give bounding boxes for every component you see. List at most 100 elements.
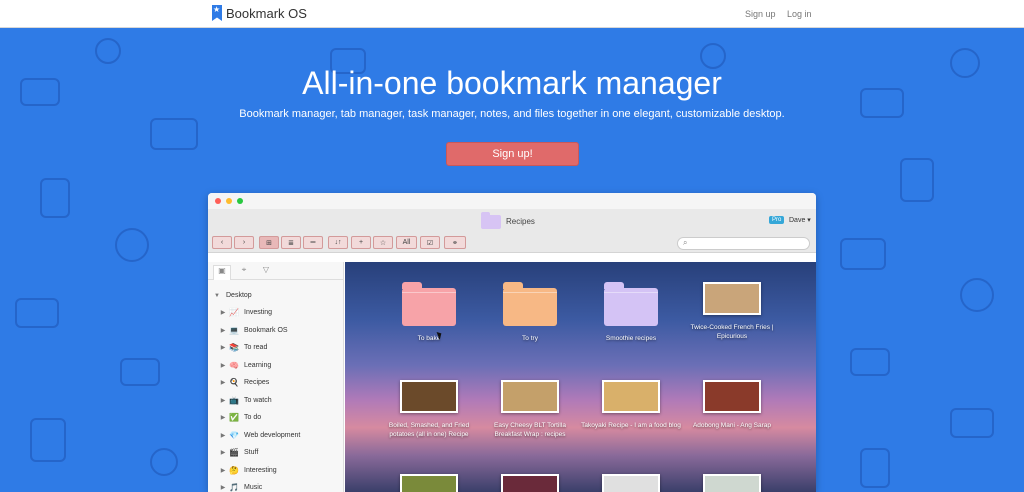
tree-item-investing[interactable]: ▶ 📈 Investing bbox=[208, 304, 344, 321]
bookmark-tile[interactable] bbox=[379, 474, 479, 492]
tree-item-stuff[interactable]: ▶ 🎬 Stuff bbox=[208, 444, 344, 461]
sort-button[interactable]: ↓↑ bbox=[328, 236, 348, 249]
search-icon: ⌕ bbox=[683, 238, 688, 247]
folder-emoji-icon: 🤔 bbox=[229, 465, 239, 475]
bookmark-tile[interactable]: Twice-Cooked French Fries | Epicurious bbox=[682, 282, 782, 341]
grid-view-button[interactable]: ⊞ bbox=[259, 236, 279, 249]
back-button[interactable]: ‹ bbox=[212, 236, 232, 249]
app-body: ▣ ⌖ ▽ ▼ Desktop ▶ 📈 Investing ▶ 💻 Bookmark OS… bbox=[208, 262, 816, 492]
brand-name: Bookmark OS bbox=[226, 5, 307, 21]
tasks-button[interactable]: ☑ bbox=[420, 236, 440, 249]
folder-tile[interactable]: Smoothie recipes bbox=[581, 282, 681, 343]
compact-view-button[interactable]: ═ bbox=[303, 236, 323, 249]
caret-right-icon[interactable]: ▶ bbox=[218, 397, 228, 404]
tree-item-learning[interactable]: ▶ 🧠 Learning bbox=[208, 357, 344, 374]
top-navbar: ★ Bookmark OS Sign up Log in bbox=[0, 0, 1024, 28]
tree-item-recipes[interactable]: ▶ 🍳 Recipes bbox=[208, 374, 344, 391]
bookmark-tile[interactable] bbox=[581, 474, 681, 492]
folder-emoji-icon: 📺 bbox=[229, 395, 239, 405]
caret-right-icon[interactable]: ▶ bbox=[218, 362, 228, 369]
tree-item-label: To read bbox=[244, 344, 268, 351]
all-filter-button[interactable]: All bbox=[396, 236, 417, 249]
bookmark-logo-icon: ★ bbox=[212, 5, 222, 21]
user-menu[interactable]: Dave ▾ bbox=[789, 216, 811, 224]
signup-link[interactable]: Sign up bbox=[745, 9, 776, 19]
tree-item-interesting[interactable]: ▶ 🤔 Interesting bbox=[208, 462, 344, 479]
tags-tab-icon[interactable]: ⌖ bbox=[235, 265, 253, 280]
folder-emoji-icon: 📈 bbox=[229, 308, 239, 317]
tree-item-to-do[interactable]: ▶ ✅ To do bbox=[208, 409, 344, 426]
tile-label: Twice-Cooked French Fries | Epicurious bbox=[690, 324, 774, 340]
doodle-envelope-icon bbox=[150, 118, 198, 150]
doodle-envelope-icon bbox=[950, 408, 994, 438]
caret-right-icon[interactable]: ▶ bbox=[218, 432, 228, 439]
sidebar: ▣ ⌖ ▽ ▼ Desktop ▶ 📈 Investing ▶ 💻 Bookmark OS… bbox=[208, 262, 344, 492]
tile-label: To try bbox=[522, 335, 538, 342]
caret-right-icon[interactable]: ▶ bbox=[218, 414, 228, 421]
add-button[interactable]: + bbox=[351, 236, 371, 249]
tree-item-label: Bookmark OS bbox=[244, 326, 288, 334]
doodle-globe-icon bbox=[95, 38, 121, 64]
folder-tile[interactable]: To bake bbox=[379, 282, 479, 343]
bookmark-tile[interactable]: Adobong Mani - Ang Sarap bbox=[682, 380, 782, 430]
login-link[interactable]: Log in bbox=[787, 9, 812, 19]
list-view-button[interactable]: ≣ bbox=[281, 236, 301, 249]
folder-emoji-icon: 💻 bbox=[229, 325, 239, 335]
hero-title: All-in-one bookmark manager bbox=[302, 65, 722, 101]
bookmark-tile[interactable]: Boiled, Smashed, and Fried potatoes (all… bbox=[379, 380, 479, 439]
signup-cta-button[interactable]: Sign up! bbox=[446, 142, 579, 166]
bookmark-thumbnail bbox=[501, 380, 559, 413]
folder-icon bbox=[604, 282, 658, 326]
link-button[interactable]: ⚭ bbox=[444, 236, 466, 249]
hero-subtitle: Bookmark manager, tab manager, task mana… bbox=[239, 108, 785, 120]
caret-right-icon[interactable]: ▶ bbox=[218, 484, 228, 491]
tree-item-music[interactable]: ▶ 🎵 Music bbox=[208, 479, 344, 492]
caret-right-icon[interactable]: ▶ bbox=[218, 344, 228, 351]
tree-root-desktop[interactable]: ▼ Desktop bbox=[208, 287, 344, 304]
caret-right-icon[interactable]: ▶ bbox=[218, 379, 228, 386]
doodle-globe-icon bbox=[115, 228, 149, 262]
close-dot-icon[interactable] bbox=[215, 198, 221, 204]
bookmark-tile[interactable] bbox=[682, 474, 782, 492]
caret-right-icon[interactable]: ▶ bbox=[218, 327, 228, 334]
doodle-envelope-icon bbox=[15, 298, 59, 328]
minimize-dot-icon[interactable] bbox=[226, 198, 232, 204]
tree-item-label: To watch bbox=[244, 396, 272, 404]
bookmark-tile[interactable] bbox=[480, 474, 580, 492]
tree-item-bookmark-os[interactable]: ▶ 💻 Bookmark OS bbox=[208, 322, 344, 339]
bookmark-thumbnail bbox=[400, 474, 458, 492]
tile-label: Adobong Mani - Ang Sarap bbox=[692, 422, 772, 429]
filter-tab-icon[interactable]: ▽ bbox=[257, 265, 275, 280]
search-input[interactable]: ⌕ bbox=[677, 237, 810, 250]
maximize-dot-icon[interactable] bbox=[237, 198, 243, 204]
tree-item-label: To do bbox=[244, 414, 262, 421]
caret-right-icon[interactable]: ▶ bbox=[218, 449, 228, 456]
caret-right-icon[interactable]: ▶ bbox=[218, 467, 228, 474]
folder-tile[interactable]: To try bbox=[480, 282, 580, 343]
folder-emoji-icon: 🎵 bbox=[229, 483, 239, 492]
caret-right-icon[interactable]: ▶ bbox=[218, 309, 228, 316]
bookmark-tile[interactable]: Easy Cheesy BLT Tortilla Breakfast Wrap … bbox=[480, 380, 580, 439]
tree-item-label: Learning bbox=[244, 361, 272, 369]
brand[interactable]: ★ Bookmark OS bbox=[212, 5, 307, 21]
forward-button[interactable]: › bbox=[234, 236, 254, 249]
bookmark-grid: To bake To try Smoothie recipes Twice-Cooke… bbox=[345, 262, 816, 492]
tree-item-web-development[interactable]: ▶ 💎 Web development bbox=[208, 427, 344, 444]
folder-emoji-icon: 🎬 bbox=[229, 448, 239, 457]
bookmark-thumbnail bbox=[400, 380, 458, 413]
folders-tab-icon[interactable]: ▣ bbox=[213, 265, 231, 280]
doodle-phone-icon bbox=[900, 158, 934, 202]
bookmark-thumbnail bbox=[703, 380, 761, 413]
star-button[interactable]: ☆ bbox=[373, 236, 393, 249]
folder-icon bbox=[503, 282, 557, 326]
bookmark-tile[interactable]: Takoyaki Recipe - I am a food blog bbox=[581, 380, 681, 430]
tree-item-to-read[interactable]: ▶ 📚 To read bbox=[208, 339, 344, 356]
tree-item-label: Web development bbox=[244, 431, 301, 439]
bookmark-thumbnail bbox=[501, 474, 559, 492]
doodle-globe-icon bbox=[150, 448, 178, 476]
doodle-globe-icon bbox=[960, 278, 994, 312]
folder-emoji-icon: 🧠 bbox=[229, 360, 239, 370]
tree-item-label: Recipes bbox=[244, 379, 270, 386]
folder-emoji-icon: 🍳 bbox=[229, 378, 239, 387]
tree-item-to-watch[interactable]: ▶ 📺 To watch bbox=[208, 392, 344, 409]
